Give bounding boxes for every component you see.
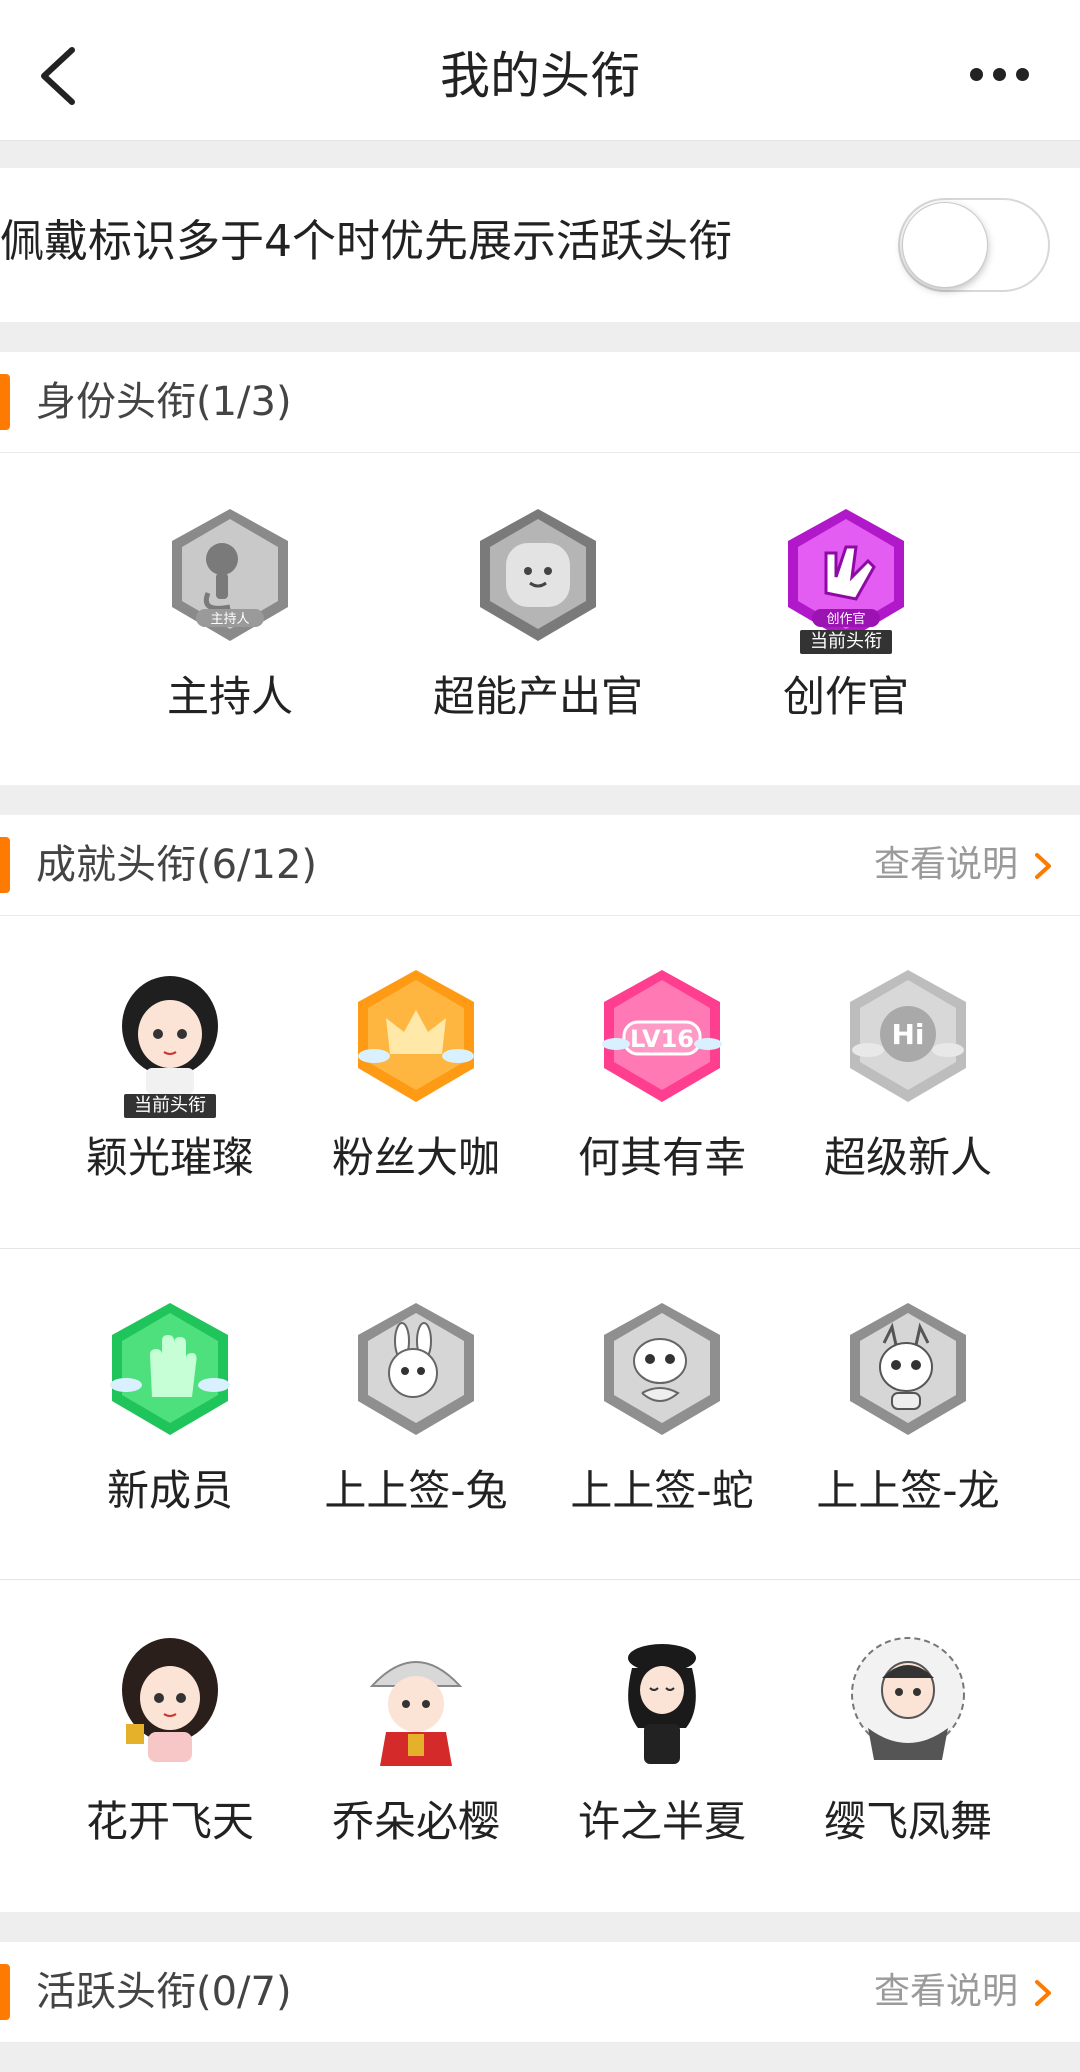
current-title-tag: 当前头衔 [124,1094,216,1118]
badge-item[interactable]: 许之半夏 [542,1628,782,1852]
active-section-header: 活跃头衔(0/7) 查看说明 [0,1942,1080,2043]
achievement-row-3: 花开飞天 乔朵必樱 许之半夏 缨飞凤舞 [0,1580,1080,1912]
host-microphone-badge-icon: 主持人 [172,509,288,641]
badge-label: 主持人 [166,672,293,721]
badge-item[interactable]: 创作官 当前头衔 创作官 [726,503,966,727]
achievement-row-1: 当前头衔 颖光璀璨 粉丝大咖 LV16 何其有幸 Hi 超级新人 [0,916,1080,1248]
badge-item[interactable]: 当前头衔 颖光璀璨 [50,964,290,1188]
chevron-right-icon[interactable] [1028,1978,1058,2008]
identity-section-title: 身份头衔(1/3) [36,379,292,425]
chevron-right-icon[interactable] [1028,851,1058,881]
snake-badge-icon [604,1303,720,1435]
badge-label: 缨飞凤舞 [823,1797,992,1846]
badge-label: 上上签-龙 [816,1466,1000,1515]
achievement-row-2: 新成员 上上签-兔 上上签-蛇 上上签-龙 [0,1249,1080,1579]
svg-text:创作官: 创作官 [826,611,865,627]
setting-text: 佩戴标识多于4个时优先展示活跃头衔 [0,216,732,267]
avatar-beret-badge-icon [628,1644,696,1764]
badge-label: 乔朵必樱 [331,1797,500,1846]
priority-active-title-toggle[interactable] [898,198,1050,292]
achievement-section-title: 成就头衔(6/12) [36,842,318,888]
dragon-badge-icon [850,1303,966,1435]
hi-text: Hi [891,1018,924,1051]
super-producer-badge-icon [480,509,596,641]
top-bar: 我的头衔 [0,0,1080,141]
view-explanation-link[interactable]: 查看说明 [874,829,1018,901]
current-title-tag: 当前头衔 [800,630,892,654]
badge-label: 花开飞天 [85,1797,254,1846]
section-accent-bar [0,374,10,430]
identity-section-header: 身份头衔(1/3) [0,352,1080,453]
badge-item[interactable]: 主持人 主持人 [110,503,350,727]
view-explanation-link[interactable]: 查看说明 [874,1956,1018,2028]
avatar-headdress-badge-icon [369,1661,463,1766]
badge-label: 上上签-蛇 [570,1466,754,1515]
achievement-section-header: 成就头衔(6/12) 查看说明 [0,815,1080,916]
avatar-flying-badge-icon [122,1638,218,1762]
badge-item[interactable]: Hi 超级新人 [788,964,1028,1188]
badge-item[interactable]: 上上签-蛇 [542,1297,782,1521]
badge-label: 许之半夏 [577,1797,746,1846]
badge-label: 何其有幸 [577,1133,746,1182]
badge-item[interactable]: 超能产出官 [418,503,658,727]
avatar-phoenix-badge-icon [851,1637,965,1760]
badge-label: 创作官 [782,672,909,721]
crown-badge-icon [358,970,474,1102]
badge-item[interactable]: 粉丝大咖 [296,964,536,1188]
lv16-badge-icon: LV16 [602,970,722,1102]
badge-item[interactable]: LV16 何其有幸 [542,964,782,1188]
page-title: 我的头衔 [440,47,640,105]
badge-label: 超级新人 [823,1133,992,1182]
toggle-knob [902,202,988,288]
svg-text:主持人: 主持人 [210,612,249,627]
badge-item[interactable]: 上上签-兔 [296,1297,536,1521]
lv16-text: LV16 [630,1025,694,1053]
avatar-girl-badge-icon [122,976,218,1094]
section-accent-bar [0,837,10,893]
badge-label: 颖光璀璨 [85,1133,254,1182]
section-accent-bar [0,1964,10,2020]
hand-badge-icon [110,1303,230,1435]
badge-label: 新成员 [106,1466,233,1515]
badge-item[interactable]: 花开飞天 [50,1628,290,1852]
identity-badges: 主持人 主持人 超能产出官 创作官 当前头衔 创作官 [0,453,1080,785]
badge-item[interactable]: 乔朵必樱 [296,1628,536,1852]
badge-label: 上上签-兔 [324,1466,508,1515]
badge-item[interactable]: 新成员 [50,1297,290,1521]
badge-item[interactable]: 缨飞凤舞 [788,1628,1028,1852]
rabbit-badge-icon [358,1303,474,1435]
more-options-icon[interactable] [970,56,1040,92]
active-section-title: 活跃头衔(0/7) [36,1969,292,2015]
badge-label: 超能产出官 [432,672,643,721]
badge-item[interactable]: 上上签-龙 [788,1297,1028,1521]
badge-label: 粉丝大咖 [331,1133,500,1182]
hi-badge-icon: Hi [850,970,966,1102]
